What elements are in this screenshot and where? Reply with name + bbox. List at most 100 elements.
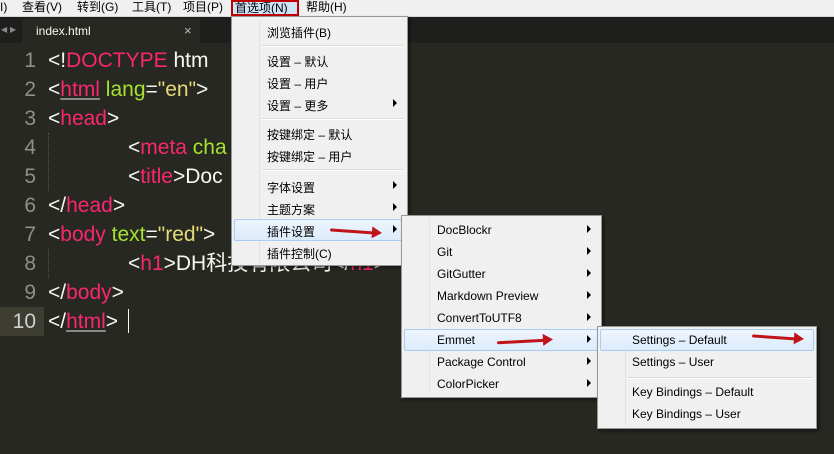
menu-item-emmet[interactable]: Emmet (404, 329, 599, 351)
text-cursor (128, 309, 129, 333)
code-line-3: <head> (48, 104, 119, 133)
code-token: <! (48, 49, 67, 72)
submenu-arrow-icon (393, 225, 397, 233)
menu-item-package-control-plugin[interactable]: Package Control (404, 351, 599, 373)
menu-item-view[interactable]: 查看(V) (22, 0, 62, 16)
menu-separator (262, 118, 403, 120)
code-token: body (60, 223, 106, 246)
menu-item-emmet-key-bindings-user[interactable]: Key Bindings – User (600, 403, 814, 425)
menu-item-key-bindings-default[interactable]: 按键绑定 – 默认 (234, 122, 405, 144)
code-token: = (145, 223, 158, 246)
menu-item-label: ConvertToUTF8 (437, 311, 522, 325)
menu-item-browse-packages[interactable]: 浏览插件(B) (234, 20, 405, 42)
menu-item-label: GitGutter (437, 267, 486, 281)
code-token: > (105, 310, 119, 333)
code-token: </ (48, 310, 67, 333)
menu-item-gitgutter[interactable]: GitGutter (404, 263, 599, 285)
menu-item-label: 设置 – 用户 (267, 77, 329, 91)
menu-item-label: Git (437, 245, 453, 259)
menu-item-label: Settings – User (632, 355, 715, 369)
code-token: "red" (157, 223, 204, 246)
menu-item-selection[interactable]: I) (0, 0, 7, 16)
menu-item-goto[interactable]: 转到(G) (77, 0, 118, 16)
menu-item-tools[interactable]: 工具(T) (132, 0, 171, 16)
menu-item-settings-user[interactable]: 设置 – 用户 (234, 71, 405, 93)
menu-item-label: 按键绑定 – 默认 (267, 128, 353, 142)
code-token: > (111, 281, 124, 304)
package-settings-submenu: DocBlockr Git GitGutter Markdown Preview… (401, 215, 602, 398)
menu-item-label: Settings – Default (632, 333, 727, 347)
line-number: 7 (24, 223, 36, 246)
code-token: < (48, 223, 61, 246)
code-token: > (172, 165, 186, 188)
code-line-2: <html lang="en"> (48, 75, 208, 104)
menu-item-label: Markdown Preview (437, 289, 539, 303)
code-token: cha (192, 136, 227, 159)
menu-item-markdown-preview[interactable]: Markdown Preview (404, 285, 599, 307)
menu-separator (262, 45, 403, 47)
menu-item-label: DocBlockr (437, 223, 492, 237)
menu-item-label: ColorPicker (437, 377, 500, 391)
code-token: head (60, 107, 107, 130)
tab-index-html[interactable]: index.html × (22, 18, 200, 43)
indent-guide (48, 133, 49, 191)
menu-item-settings-more[interactable]: 设置 – 更多 (234, 93, 405, 115)
code-token: = (145, 78, 158, 101)
code-token: h1 (140, 252, 164, 275)
menu-item-emmet-key-bindings-default[interactable]: Key Bindings – Default (600, 381, 814, 403)
menu-item-label: 主题方案 (267, 203, 316, 217)
indent-guide (48, 249, 49, 278)
code-line-4: <meta cha (128, 133, 227, 162)
menu-item-help[interactable]: 帮助(H) (306, 0, 347, 16)
menu-item-color-scheme[interactable]: 主题方案 (234, 197, 405, 219)
code-token: > (203, 223, 216, 246)
submenu-arrow-icon (587, 291, 591, 299)
menu-item-colorpicker[interactable]: ColorPicker (404, 373, 599, 395)
tab-scroll-left-icon[interactable]: ◀ (1, 25, 7, 34)
submenu-arrow-icon (587, 269, 591, 277)
menu-item-settings-default[interactable]: 设置 – 默认 (234, 49, 405, 71)
menu-item-font[interactable]: 字体设置 (234, 175, 405, 197)
code-token: </ (48, 194, 67, 217)
code-token: < (48, 78, 61, 101)
code-line-7: <body text="red"> (48, 220, 215, 249)
tab-close-icon[interactable]: × (184, 23, 192, 38)
menu-item-preferences[interactable]: 首选项(N) (231, 0, 299, 16)
menu-item-label: Emmet (437, 333, 476, 347)
submenu-arrow-icon (587, 247, 591, 255)
code-token: text (111, 223, 146, 246)
line-number-current: 10 (0, 307, 44, 336)
submenu-arrow-icon (393, 181, 397, 189)
menu-item-package-control[interactable]: 插件控制(C) (234, 241, 405, 263)
line-number: 3 (24, 107, 36, 130)
code-line-10: </html> (48, 307, 118, 336)
menu-item-docblockr[interactable]: DocBlockr (404, 219, 599, 241)
menu-item-label: 设置 – 更多 (267, 99, 329, 113)
menu-item-project[interactable]: 项目(P) (183, 0, 223, 16)
menu-item-emmet-settings-user[interactable]: Settings – User (600, 351, 814, 373)
code-token: htm (167, 49, 209, 72)
code-token: "en" (157, 78, 197, 101)
submenu-arrow-icon (587, 357, 591, 365)
code-line-5: <title>Doc (128, 162, 223, 191)
code-token: < (128, 165, 141, 188)
menu-item-label: Key Bindings – Default (632, 385, 754, 399)
code-token: html (66, 310, 106, 333)
code-token: > (112, 194, 126, 217)
menu-item-git[interactable]: Git (404, 241, 599, 263)
code-token: </ (48, 281, 67, 304)
menu-item-converttoutf8[interactable]: ConvertToUTF8 (404, 307, 599, 329)
code-token: > (106, 107, 120, 130)
tab-scroll-right-icon[interactable]: ▶ (10, 25, 16, 34)
code-token: < (128, 252, 141, 275)
line-number: 9 (24, 281, 36, 304)
line-number: 4 (24, 136, 36, 159)
menu-separator (628, 377, 812, 379)
menu-item-label: 按键绑定 – 用户 (267, 150, 353, 164)
code-line-1: <!DOCTYPE htm (48, 46, 208, 75)
menu-item-emmet-settings-default[interactable]: Settings – Default (600, 329, 814, 351)
menu-separator (262, 169, 403, 171)
code-token: meta (140, 136, 187, 159)
submenu-arrow-icon (393, 99, 397, 107)
menu-item-key-bindings-user[interactable]: 按键绑定 – 用户 (234, 144, 405, 166)
